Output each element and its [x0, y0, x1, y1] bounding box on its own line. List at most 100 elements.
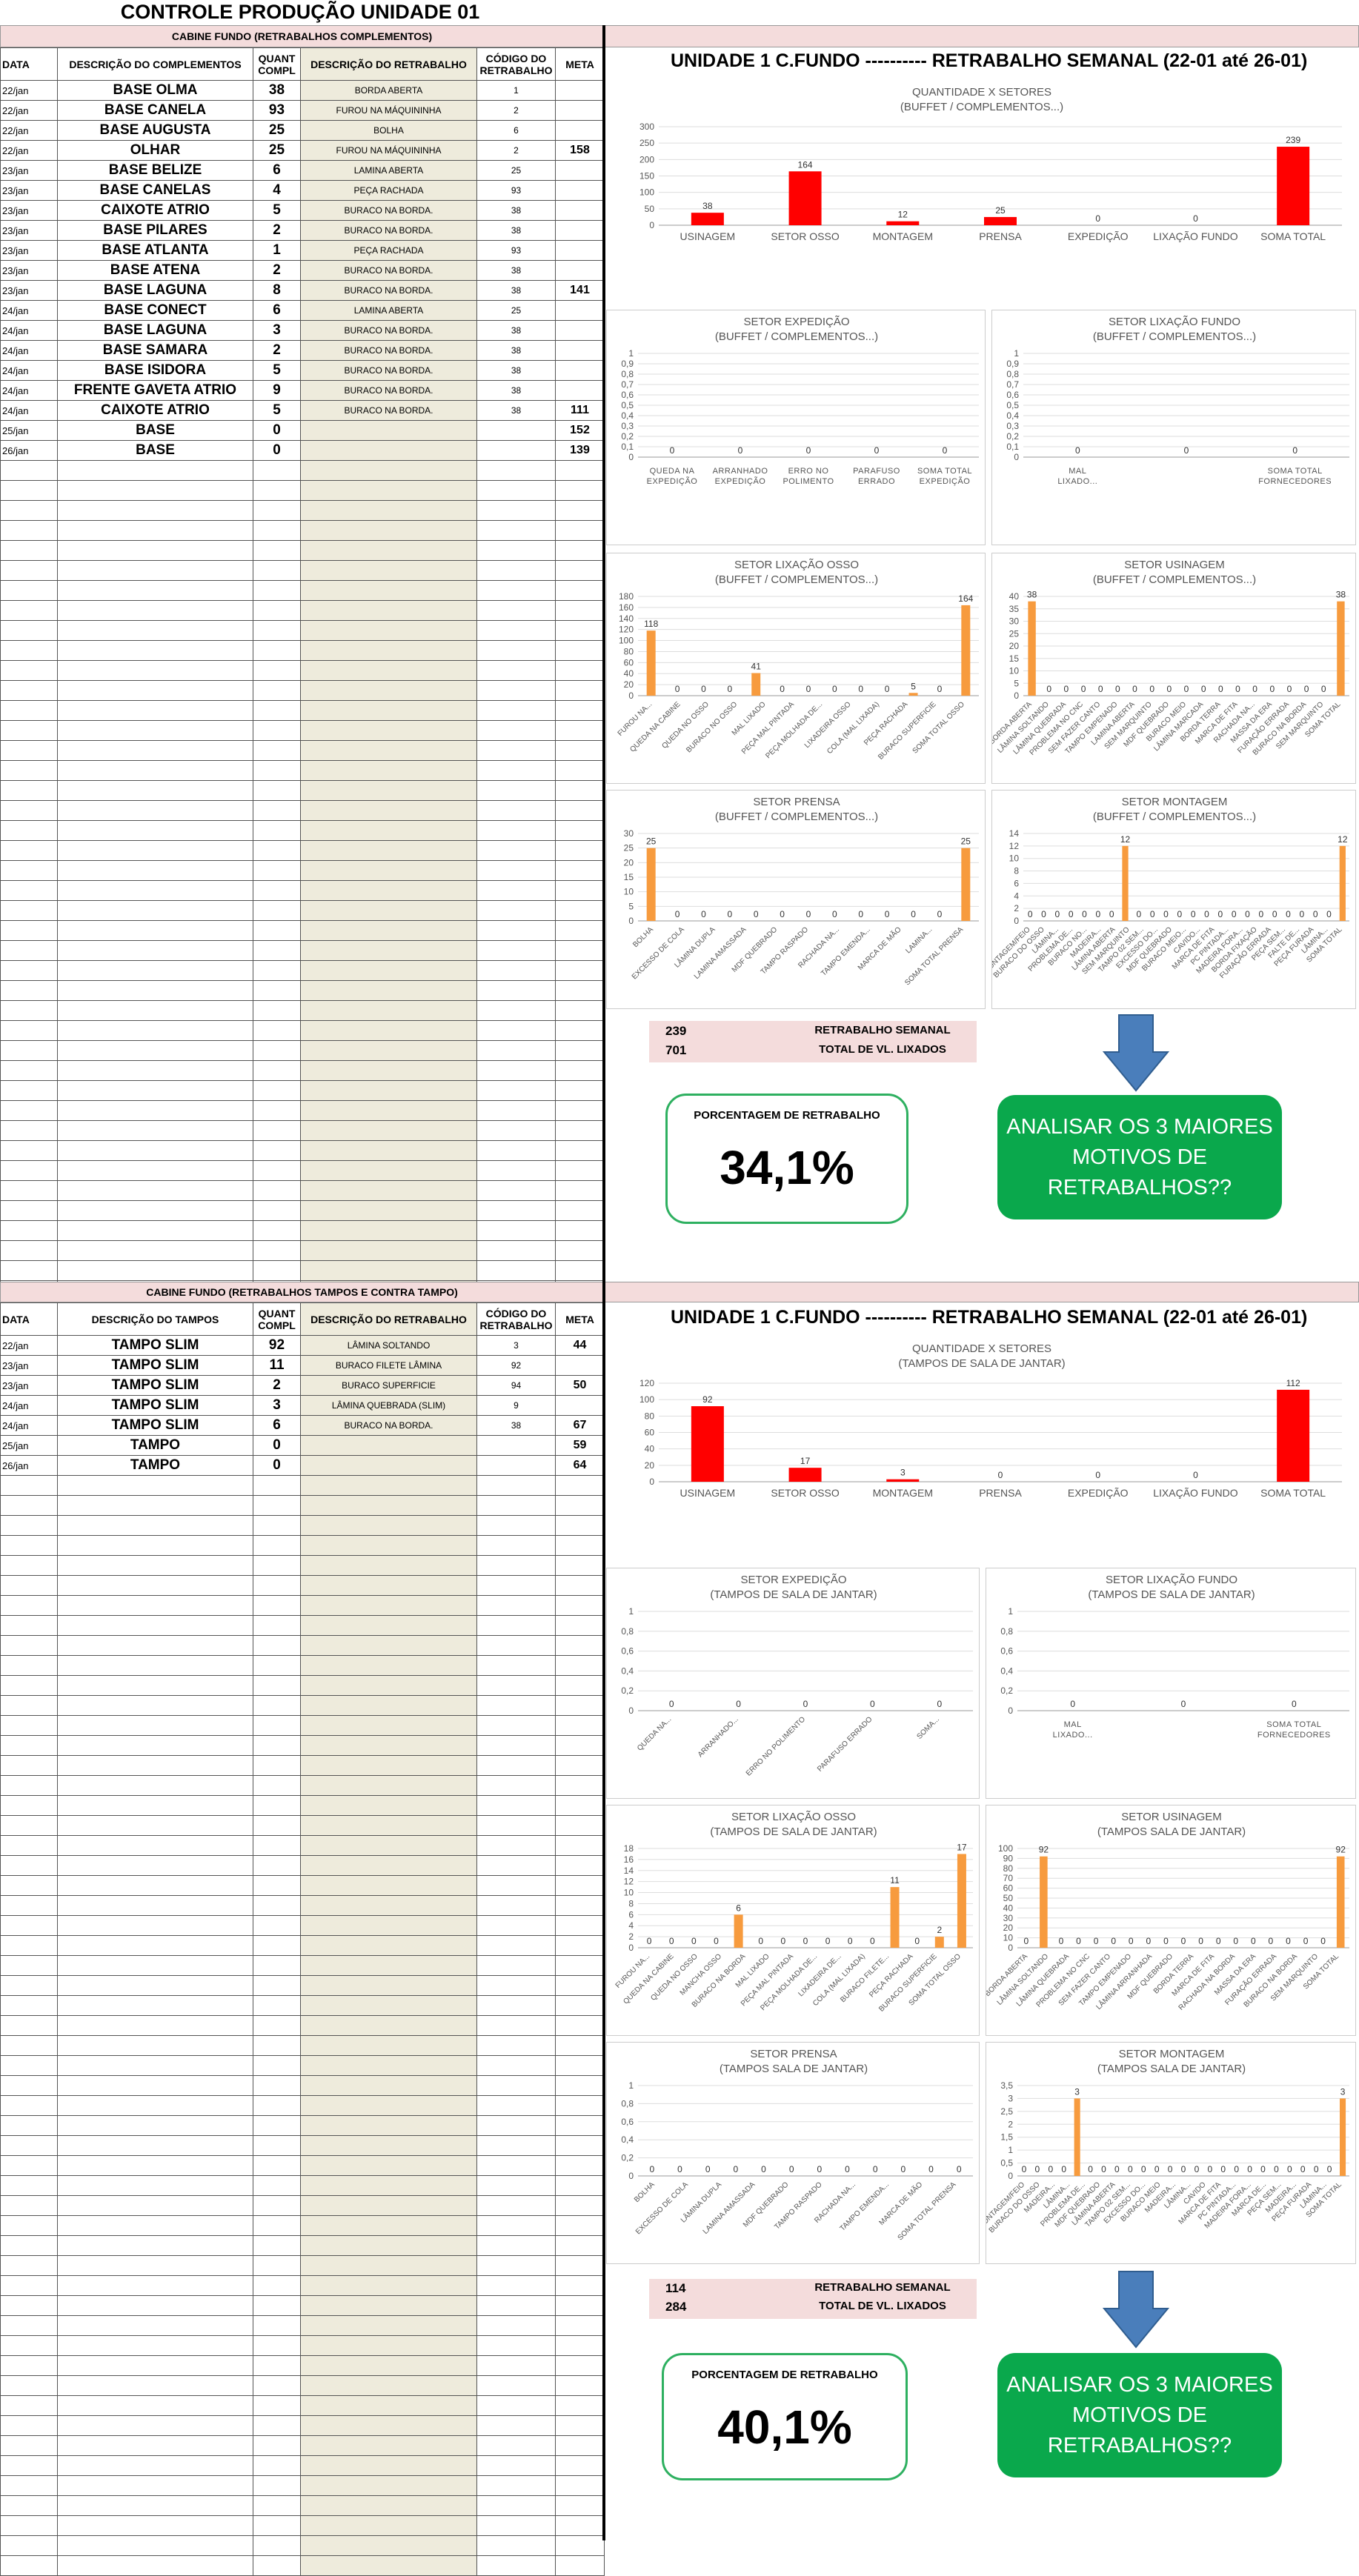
table-cell[interactable]: 152 — [555, 420, 605, 441]
table-cell[interactable] — [476, 720, 556, 741]
table-cell[interactable] — [555, 1935, 605, 1956]
table-cell[interactable] — [555, 840, 605, 861]
table-cell[interactable] — [253, 460, 301, 481]
table-cell[interactable] — [57, 2195, 253, 2216]
table-cell[interactable] — [253, 1200, 301, 1221]
table-cell[interactable] — [300, 2295, 477, 2316]
table-cell[interactable] — [555, 180, 605, 201]
table-cell[interactable] — [0, 1715, 58, 1736]
table-cell[interactable] — [253, 2455, 301, 2476]
table-cell[interactable] — [57, 1895, 253, 1916]
table-cell[interactable] — [555, 1535, 605, 1556]
table-cell[interactable] — [300, 920, 477, 941]
table-cell[interactable] — [300, 680, 477, 701]
table-cell[interactable] — [300, 540, 477, 561]
table-cell[interactable] — [57, 860, 253, 881]
table-cell[interactable] — [300, 2275, 477, 2296]
table-cell[interactable]: 141 — [555, 280, 605, 301]
table-cell[interactable] — [555, 460, 605, 481]
table-cell[interactable] — [0, 2135, 58, 2156]
table-cell[interactable] — [253, 2235, 301, 2256]
table-cell[interactable] — [300, 1735, 477, 1756]
table-cell[interactable] — [476, 480, 556, 501]
table-cell[interactable] — [476, 1060, 556, 1081]
table-cell[interactable] — [253, 1995, 301, 2016]
table-cell[interactable] — [476, 1100, 556, 1121]
table-cell[interactable] — [253, 2215, 301, 2236]
table-cell[interactable] — [300, 440, 477, 461]
table-cell[interactable] — [476, 1220, 556, 1241]
table-cell[interactable]: 25 — [476, 300, 556, 321]
table-cell[interactable]: BASE LAGUNA — [57, 320, 253, 341]
table-cell[interactable] — [0, 2335, 58, 2356]
table-cell[interactable] — [253, 1020, 301, 1041]
table-cell[interactable]: 4 — [253, 180, 301, 201]
table-cell[interactable]: 2 — [253, 1375, 301, 1396]
table-cell[interactable] — [555, 360, 605, 381]
table-cell[interactable] — [253, 1655, 301, 1676]
table-cell[interactable] — [0, 2195, 58, 2216]
table-cell[interactable] — [253, 2195, 301, 2216]
table-cell[interactable]: 23/jan — [0, 240, 58, 261]
table-cell[interactable] — [555, 100, 605, 121]
table-cell[interactable] — [0, 2255, 58, 2276]
table-cell[interactable]: 23/jan — [0, 1355, 58, 1376]
table-cell[interactable] — [253, 740, 301, 761]
table-cell[interactable] — [253, 1120, 301, 1141]
table-cell[interactable]: BASE LAGUNA — [57, 280, 253, 301]
table-cell[interactable] — [57, 1815, 253, 1836]
table-cell[interactable] — [253, 2095, 301, 2116]
table-cell[interactable] — [57, 760, 253, 781]
table-cell[interactable]: 23/jan — [0, 200, 58, 221]
table-cell[interactable] — [253, 1080, 301, 1101]
table-cell[interactable] — [253, 1180, 301, 1201]
table-cell[interactable]: PEÇA RACHADA — [300, 180, 477, 201]
table-cell[interactable] — [57, 2015, 253, 2036]
table-cell[interactable]: TAMPO SLIM — [57, 1375, 253, 1396]
table-cell[interactable]: 6 — [253, 160, 301, 181]
table-cell[interactable]: 6 — [476, 120, 556, 141]
table-cell[interactable] — [57, 1475, 253, 1496]
table-cell[interactable]: PEÇA RACHADA — [300, 240, 477, 261]
table-cell[interactable] — [476, 1855, 556, 1876]
table-cell[interactable] — [300, 1995, 477, 2016]
table-cell[interactable] — [476, 2515, 556, 2536]
table-cell[interactable] — [555, 1615, 605, 1636]
table-cell[interactable]: 23/jan — [0, 280, 58, 301]
table-cell[interactable] — [476, 1755, 556, 1776]
table-cell[interactable] — [555, 1475, 605, 1496]
table-cell[interactable] — [0, 2035, 58, 2056]
table-cell[interactable] — [300, 660, 477, 681]
table-cell[interactable] — [476, 1655, 556, 1676]
table-cell[interactable]: BURACO NA BORDA. — [300, 220, 477, 241]
table-cell[interactable] — [57, 2375, 253, 2396]
table-cell[interactable] — [0, 980, 58, 1001]
table-cell[interactable] — [555, 1555, 605, 1576]
table-cell[interactable] — [253, 580, 301, 601]
table-cell[interactable] — [253, 760, 301, 781]
table-cell[interactable] — [0, 1160, 58, 1181]
table-cell[interactable] — [476, 920, 556, 941]
table-cell[interactable] — [57, 2095, 253, 2116]
table-cell[interactable] — [300, 860, 477, 881]
table-cell[interactable] — [300, 1160, 477, 1181]
table-cell[interactable] — [253, 2435, 301, 2456]
table-cell[interactable] — [253, 1240, 301, 1261]
table-cell[interactable] — [57, 680, 253, 701]
table-cell[interactable] — [0, 460, 58, 481]
table-cell[interactable] — [300, 2235, 477, 2256]
table-cell[interactable] — [57, 2315, 253, 2336]
table-cell[interactable] — [476, 2215, 556, 2236]
table-cell[interactable] — [253, 1895, 301, 1916]
table-cell[interactable] — [57, 2555, 253, 2576]
table-cell[interactable] — [253, 2155, 301, 2176]
table-cell[interactable] — [57, 2475, 253, 2496]
table-cell[interactable]: 9 — [476, 1395, 556, 1416]
table-cell[interactable] — [57, 1080, 253, 1101]
table-cell[interactable] — [555, 1080, 605, 1101]
table-cell[interactable] — [253, 1495, 301, 1516]
table-cell[interactable]: BURACO NA BORDA. — [300, 1415, 477, 1436]
table-cell[interactable] — [555, 300, 605, 321]
table-cell[interactable]: BURACO NA BORDA. — [300, 400, 477, 421]
table-cell[interactable] — [476, 1495, 556, 1516]
